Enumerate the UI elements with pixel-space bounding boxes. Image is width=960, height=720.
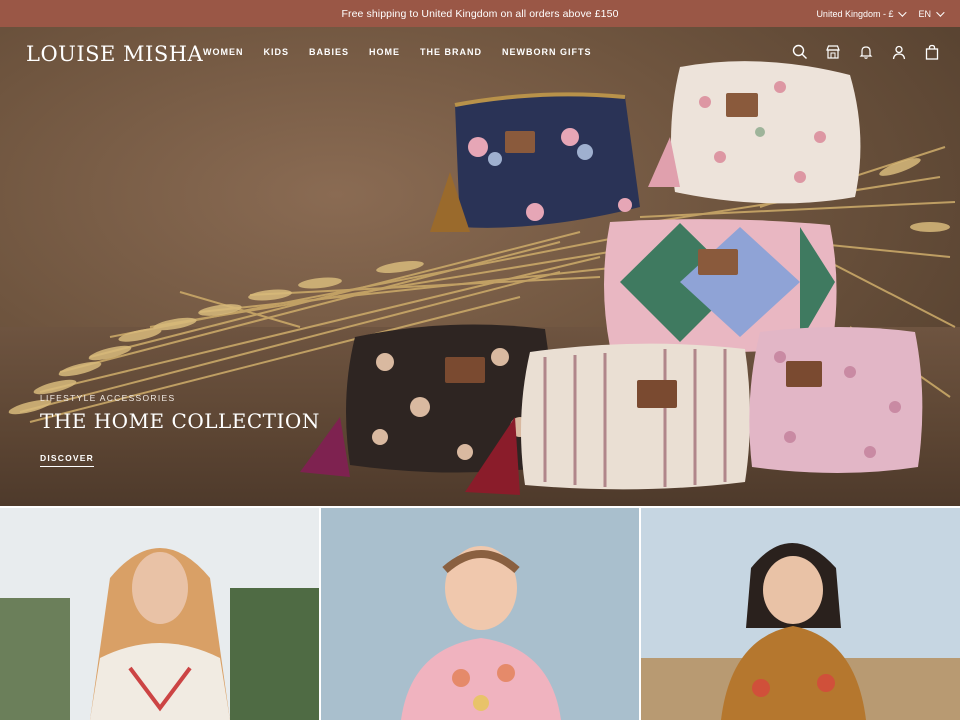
bell-icon[interactable] bbox=[858, 44, 874, 60]
nav-item-kids[interactable]: KIDS bbox=[264, 47, 290, 57]
locale-selectors: United Kingdom - £ EN bbox=[816, 0, 945, 27]
nav-item-newborn-gifts[interactable]: NEWBORN GIFTS bbox=[502, 47, 592, 57]
bag-icon[interactable] bbox=[924, 44, 940, 60]
main-nav: WOMEN KIDS BABIES HOME THE BRAND NEWBORN… bbox=[203, 47, 592, 57]
country-label: United Kingdom - £ bbox=[816, 8, 894, 19]
search-icon[interactable] bbox=[792, 44, 808, 60]
category-tiles bbox=[0, 508, 960, 720]
hero-eyebrow: LIFESTYLE ACCESSORIES bbox=[40, 393, 176, 403]
babies-tile-image bbox=[320, 508, 640, 720]
nav-item-the-brand[interactable]: THE BRAND bbox=[420, 47, 482, 57]
cream-floral-pouch bbox=[648, 61, 861, 204]
babies-tile[interactable] bbox=[320, 508, 640, 720]
language-selector[interactable]: EN bbox=[918, 7, 945, 19]
hero-caption: LIFESTYLE ACCESSORIES THE HOME COLLECTIO… bbox=[40, 393, 320, 467]
women-tile-image bbox=[0, 508, 319, 720]
hero-title: THE HOME COLLECTION bbox=[40, 409, 320, 433]
kids-tile[interactable] bbox=[641, 508, 960, 720]
navy-pouch bbox=[430, 92, 640, 232]
language-label: EN bbox=[918, 8, 931, 19]
discover-link[interactable]: DISCOVER bbox=[40, 453, 94, 467]
account-icon[interactable] bbox=[891, 44, 907, 60]
store-icon[interactable] bbox=[825, 44, 841, 60]
pink-floral-pouch bbox=[749, 327, 923, 473]
kids-tile-image bbox=[641, 508, 960, 720]
chevron-down-icon bbox=[898, 7, 908, 17]
chevron-down-icon bbox=[936, 7, 945, 17]
country-selector[interactable]: United Kingdom - £ bbox=[816, 7, 908, 19]
women-tile[interactable] bbox=[0, 508, 319, 720]
header-icons bbox=[792, 44, 940, 60]
brand-logo[interactable]: LOUISE MISHA bbox=[26, 42, 203, 66]
nav-item-babies[interactable]: BABIES bbox=[309, 47, 349, 57]
announcement-text: Free shipping to United Kingdom on all o… bbox=[341, 7, 619, 20]
announcement-bar: Free shipping to United Kingdom on all o… bbox=[0, 0, 960, 27]
nav-item-home[interactable]: HOME bbox=[369, 47, 400, 57]
site-header: LOUISE MISHA WOMEN KIDS BABIES HOME THE … bbox=[0, 27, 960, 81]
nav-item-women[interactable]: WOMEN bbox=[203, 47, 244, 57]
